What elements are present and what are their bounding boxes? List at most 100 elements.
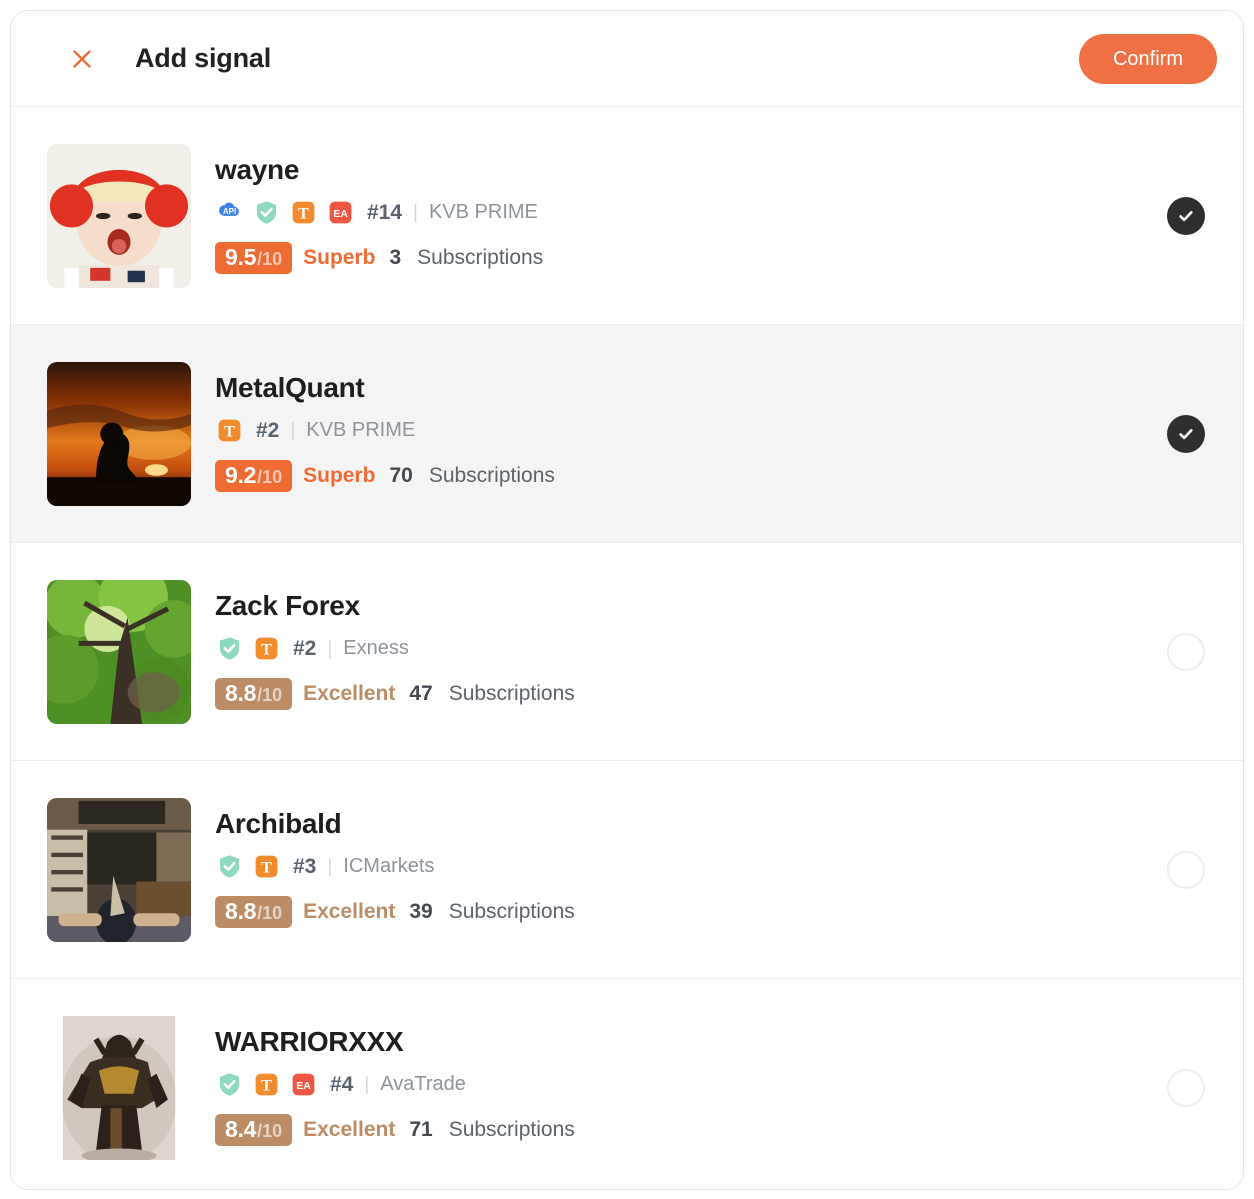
score-denominator: /10 (257, 248, 283, 269)
signal-row[interactable]: Zack Forex T #2 | Exness 8.8/10 Excellent 47 Sub… (11, 543, 1243, 761)
score-badge: 9.2/10 (215, 459, 293, 492)
confirm-button[interactable]: Confirm (1078, 33, 1217, 84)
signal-meta-line: T #2 | KVB PRIME (215, 416, 1147, 446)
rating-label: Superb (303, 245, 376, 269)
rating-label: Excellent (303, 1117, 396, 1141)
broker-label: KVB PRIME (428, 201, 538, 224)
ea-badge-icon: EA (326, 199, 354, 227)
subscriptions-count: 47 (409, 681, 433, 705)
avatar (47, 797, 191, 942)
broker-label: ICMarkets (343, 855, 435, 878)
signal-row[interactable]: wayne API T EA #14 | KVB PRIME 9.5/10 Superb 3 Sub… (11, 107, 1243, 325)
signal-meta-line: T #3 | ICMarkets (215, 852, 1147, 882)
avatar (47, 1015, 191, 1160)
score-badge: 8.4/10 (215, 1113, 293, 1146)
signal-name: Archibald (215, 808, 342, 840)
svg-text:T: T (261, 642, 272, 659)
meta-separator: | (327, 637, 333, 659)
signal-info: Zack Forex T #2 | Exness 8.8/10 Excellent 47 Sub… (215, 590, 1147, 712)
avatar (47, 143, 191, 288)
page-title: Add signal (135, 43, 272, 73)
svg-text:EA: EA (333, 209, 348, 221)
signal-row[interactable]: MetalQuant T #2 | KVB PRIME 9.2/10 Superb 70 Sub… (11, 325, 1243, 543)
verified-shield-icon (215, 1071, 243, 1099)
signal-name: WARRIORXXX (215, 1026, 404, 1058)
ea-badge-icon: EA (289, 1071, 317, 1099)
signal-meta-line: T EA #4 | AvaTrade (215, 1070, 1147, 1100)
rank-label: #2 (293, 636, 317, 660)
signal-row[interactable]: WARRIORXXX T EA #4 | AvaTrade 8.4/10 Excellent 7… (11, 979, 1243, 1189)
unselected-circle-icon[interactable] (1167, 1068, 1205, 1107)
meta-separator: | (364, 1073, 370, 1095)
broker-label: AvaTrade (380, 1073, 466, 1096)
score-denominator: /10 (257, 902, 283, 923)
unselected-circle-icon[interactable] (1167, 632, 1205, 671)
score-value: 9.5 (225, 243, 257, 270)
broker-label: Exness (343, 637, 409, 660)
unselected-circle-icon[interactable] (1167, 850, 1205, 889)
rating-line: 8.4/10 Excellent 71 Subscriptions (215, 1112, 1147, 1148)
subscriptions-label: Subscriptions (417, 245, 544, 269)
avatar (47, 361, 191, 506)
score-badge: 9.5/10 (215, 241, 293, 274)
close-icon[interactable] (65, 42, 99, 76)
t-badge-icon: T (252, 1071, 280, 1099)
t-badge-icon: T (252, 635, 280, 663)
subscriptions-count: 71 (409, 1117, 433, 1141)
subscriptions-label: Subscriptions (448, 899, 575, 923)
score-value: 9.2 (225, 461, 257, 488)
subscriptions-count: 39 (409, 899, 433, 923)
signal-name: Zack Forex (215, 590, 360, 622)
score-denominator: /10 (257, 466, 283, 487)
modal-header: Add signal Confirm (11, 11, 1243, 107)
signal-meta-line: T #2 | Exness (215, 634, 1147, 664)
broker-label: KVB PRIME (306, 419, 416, 442)
subscriptions-label: Subscriptions (428, 463, 555, 487)
rating-label: Superb (303, 463, 376, 487)
svg-text:T: T (224, 424, 235, 441)
score-value: 8.4 (225, 1115, 257, 1142)
signal-info: wayne API T EA #14 | KVB PRIME 9.5/10 Superb 3 Sub… (215, 154, 1147, 276)
rating-line: 8.8/10 Excellent 47 Subscriptions (215, 676, 1147, 712)
signal-list: wayne API T EA #14 | KVB PRIME 9.5/10 Superb 3 Sub… (11, 107, 1243, 1189)
svg-text:T: T (261, 860, 272, 877)
subscriptions-label: Subscriptions (448, 1117, 575, 1141)
meta-separator: | (290, 419, 296, 441)
rank-label: #3 (293, 854, 317, 878)
signal-row[interactable]: Archibald T #3 | ICMarkets 8.8/10 Excellent 39 S… (11, 761, 1243, 979)
signal-meta-line: API T EA #14 | KVB PRIME (215, 198, 1147, 228)
verified-shield-icon (252, 199, 280, 227)
rank-label: #2 (256, 418, 280, 442)
meta-separator: | (413, 201, 418, 223)
signal-info: WARRIORXXX T EA #4 | AvaTrade 8.4/10 Excellent 7… (215, 1026, 1147, 1148)
score-denominator: /10 (257, 1120, 283, 1141)
rating-line: 8.8/10 Excellent 39 Subscriptions (215, 894, 1147, 930)
rank-label: #14 (367, 200, 403, 224)
t-badge-icon: T (215, 417, 243, 445)
svg-text:API: API (222, 207, 235, 216)
avatar (47, 579, 191, 724)
signal-info: MetalQuant T #2 | KVB PRIME 9.2/10 Superb 70 Sub… (215, 372, 1147, 494)
selected-check-icon[interactable] (1167, 414, 1205, 453)
t-badge-icon: T (289, 199, 317, 227)
score-badge: 8.8/10 (215, 895, 293, 928)
t-badge-icon: T (252, 853, 280, 881)
selected-check-icon[interactable] (1167, 196, 1205, 235)
svg-text:T: T (261, 1078, 272, 1095)
rating-line: 9.2/10 Superb 70 Subscriptions (215, 458, 1147, 494)
score-value: 8.8 (225, 897, 257, 924)
score-value: 8.8 (225, 679, 257, 706)
subscriptions-label: Subscriptions (448, 681, 575, 705)
svg-text:EA: EA (296, 1081, 311, 1093)
rating-line: 9.5/10 Superb 3 Subscriptions (215, 240, 1147, 276)
rating-label: Excellent (303, 899, 396, 923)
meta-separator: | (327, 855, 333, 877)
subscriptions-count: 70 (389, 463, 413, 487)
svg-text:T: T (298, 206, 309, 223)
rating-label: Excellent (303, 681, 396, 705)
signal-info: Archibald T #3 | ICMarkets 8.8/10 Excellent 39 S… (215, 808, 1147, 930)
api-badge-icon: API (215, 199, 243, 227)
verified-shield-icon (215, 635, 243, 663)
add-signal-modal: Add signal Confirm wayne API T EA #14 | KVB PR… (10, 10, 1244, 1190)
signal-name: wayne (215, 154, 300, 186)
